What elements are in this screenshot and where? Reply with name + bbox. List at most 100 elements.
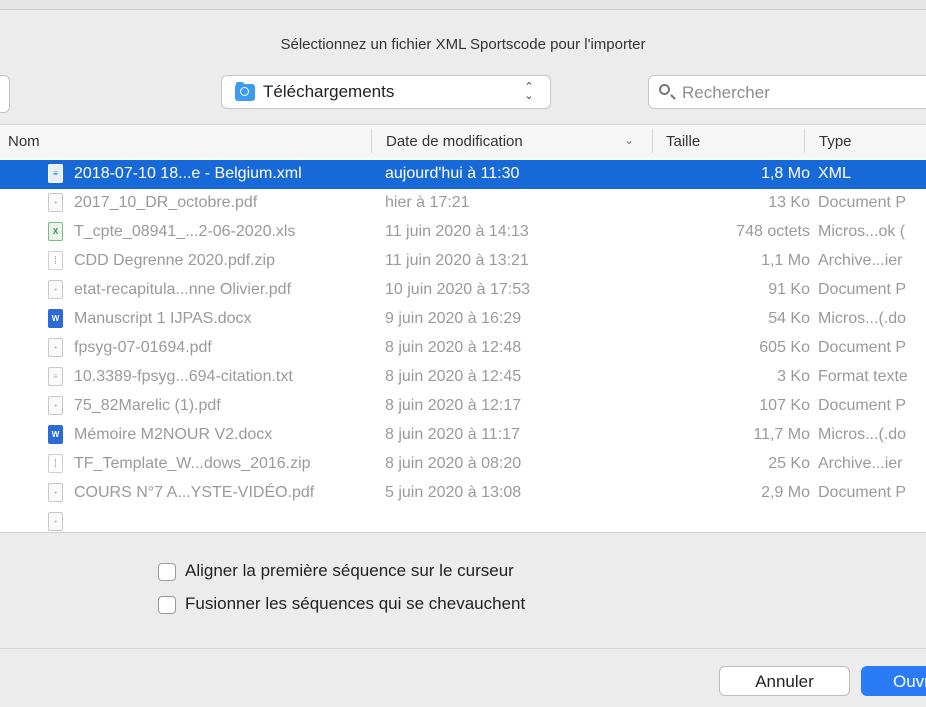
file-size: 3 Ko [777,368,810,385]
file-type: Archive...ier [818,455,903,472]
file-type: Document P [818,339,907,356]
file-size: 91 Ko [768,281,810,298]
file-date: 9 juin 2020 à 16:29 [385,310,522,327]
file-row[interactable]: ⁞ CDD Degrenne 2020.pdf.zip 11 juin 2020… [0,247,926,276]
column-divider[interactable] [652,129,653,153]
archive-file-icon: ⁞ [48,454,63,473]
merge-checkbox-label: Fusionner les séquences qui se chevauche… [185,594,526,613]
file-size: 11,7 Mo [753,426,810,443]
file-date: 5 juin 2020 à 13:08 [385,484,522,501]
file-name: CDD Degrenne 2020.pdf.zip [74,252,276,269]
file-name: 10.3389-fpsyg...694-citation.txt [74,368,293,385]
word-file-icon: W [48,425,63,444]
merge-checkbox[interactable] [158,596,176,614]
file-type: Micros...(.do [818,310,907,327]
file-list-header: Nom Date de modification ⌄ Taille Type [0,124,926,159]
file-date: aujourd'hui à 11:30 [385,165,520,182]
file-size: 13 Ko [768,194,810,211]
pdf-file-icon: ▪ [48,338,63,357]
file-type: Document P [818,484,907,501]
file-name: Mémoire M2NOUR V2.docx [74,426,273,443]
file-row[interactable]: ▪ 75_82Marelic (1).pdf 8 juin 2020 à 12:… [0,392,926,421]
file-date: 11 juin 2020 à 14:13 [385,223,529,240]
up-down-chevron-icon: ⌃ ⌄ [524,81,534,102]
file-row[interactable]: W Mémoire M2NOUR V2.docx 8 juin 2020 à 1… [0,421,926,450]
file-row[interactable]: W Manuscript 1 IJPAS.docx 9 juin 2020 à … [0,305,926,334]
excel-file-icon: X [48,222,63,241]
sort-chevron-icon: ⌄ [624,133,635,147]
file-date: 10 juin 2020 à 17:53 [385,281,531,298]
file-row[interactable]: ≡ 10.3389-fpsyg...694-citation.txt 8 jui… [0,363,926,392]
pdf-file-icon: ▪ [48,280,63,299]
downloads-folder-icon [235,82,255,101]
file-type: Micros...(.do [818,426,907,443]
file-date: 11 juin 2020 à 13:21 [385,252,529,269]
file-type: Document P [818,281,907,298]
file-date: 8 juin 2020 à 12:45 [385,368,522,385]
search-icon [659,84,670,95]
open-button[interactable]: Ouvrir [861,666,926,696]
file-name: 2018-07-10 18...e - Belgium.xml [74,165,302,182]
file-type: Document P [818,194,907,211]
file-date: 8 juin 2020 à 12:17 [385,397,522,414]
file-name: 2017_10_DR_octobre.pdf [74,194,258,211]
align-checkbox[interactable] [158,563,176,581]
file-date: hier à 17:21 [385,194,470,211]
column-date[interactable]: Date de modification [386,133,523,150]
file-name: T_cpte_08941_...2-06-2020.xls [74,223,296,240]
column-size[interactable]: Taille [666,133,700,150]
file-row[interactable]: ⁞ TF_Template_W...dows_2016.zip 8 juin 2… [0,450,926,479]
file-name: TF_Template_W...dows_2016.zip [74,455,311,472]
file-size: 25 Ko [768,455,810,472]
column-divider[interactable] [371,129,372,153]
pdf-file-icon: ▪ [48,396,63,415]
file-name: Manuscript 1 IJPAS.docx [74,310,252,327]
archive-file-icon: ⁞ [48,251,63,270]
file-size: 1,8 Mo [761,165,810,182]
footer-divider [0,648,926,649]
pdf-file-icon: ▪ [48,512,63,531]
file-type: Format texte [818,368,908,385]
file-size: 1,1 Mo [761,252,810,269]
column-type[interactable]: Type [819,133,852,150]
pdf-file-icon: ▪ [48,193,63,212]
xml-file-icon: ≡ [48,164,63,183]
location-label: Téléchargements [263,82,395,101]
file-type: Micros...ok ( [818,223,906,240]
dialog-top-edge [0,0,926,10]
text-file-icon: ≡ [48,367,63,386]
location-popup[interactable]: Téléchargements ⌃ ⌄ [221,75,551,109]
file-size: 2,9 Mo [761,484,810,501]
file-name: COURS N°7 A...YSTE-VIDÉO.pdf [74,484,315,501]
file-size: 748 octets [736,223,810,240]
word-file-icon: W [48,309,63,328]
file-list[interactable]: ≡ 2018-07-10 18...e - Belgium.xml aujour… [0,158,926,533]
file-name: etat-recapitula...nne Olivier.pdf [74,281,292,298]
search-input[interactable] [680,81,924,105]
file-name: fpsyg-07-01694.pdf [74,339,212,356]
file-date: 8 juin 2020 à 12:48 [385,339,522,356]
file-row-partial[interactable]: ▪ [0,508,926,532]
file-size: 54 Ko [768,310,810,327]
cancel-button[interactable]: Annuler [719,666,850,696]
file-name: 75_82Marelic (1).pdf [74,397,221,414]
file-row[interactable]: ▪ fpsyg-07-01694.pdf 8 juin 2020 à 12:48… [0,334,926,363]
column-name[interactable]: Nom [8,133,40,150]
search-field[interactable] [648,75,926,109]
file-row[interactable]: ▪ etat-recapitula...nne Olivier.pdf 10 j… [0,276,926,305]
file-type: Archive...ier [818,252,903,269]
column-divider[interactable] [804,129,805,153]
file-row[interactable]: ▪ COURS N°7 A...YSTE-VIDÉO.pdf 5 juin 20… [0,479,926,508]
file-row[interactable]: ≡ 2018-07-10 18...e - Belgium.xml aujour… [0,160,926,189]
pdf-file-icon: ▪ [48,483,63,502]
file-date: 8 juin 2020 à 08:20 [385,455,522,472]
view-options-control[interactable] [0,75,10,113]
file-row[interactable]: ▪ 2017_10_DR_octobre.pdf hier à 17:21 13… [0,189,926,218]
file-size: 605 Ko [759,339,810,356]
dialog-title: Sélectionnez un fichier XML Sportscode p… [280,36,646,53]
align-checkbox-label: Aligner la première séquence sur le curs… [185,561,514,580]
file-row[interactable]: X T_cpte_08941_...2-06-2020.xls 11 juin … [0,218,926,247]
file-date: 8 juin 2020 à 11:17 [385,426,520,443]
file-size: 107 Ko [759,397,810,414]
file-type: Document P [818,397,907,414]
